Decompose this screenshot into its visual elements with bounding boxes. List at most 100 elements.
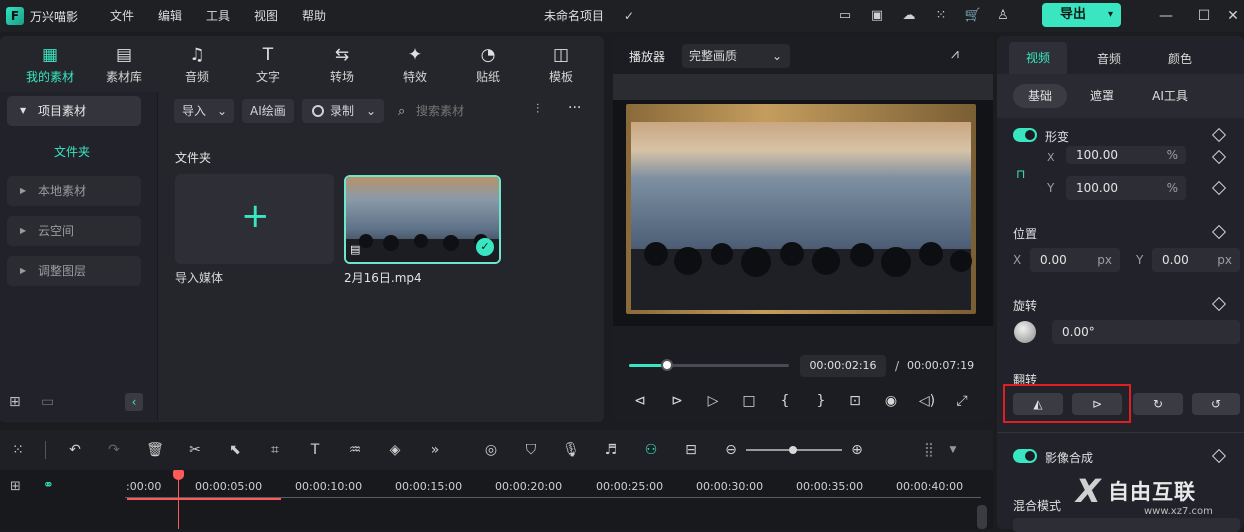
current-time[interactable]: 00:00:02:16 <box>800 355 886 377</box>
snapshot-icon[interactable]: ◉ <box>882 392 900 410</box>
mark-out-icon[interactable]: } <box>812 392 830 410</box>
select-icon[interactable]: ⬉ <box>226 441 244 459</box>
render-icon[interactable]: ◎ <box>482 441 500 459</box>
tab-templates[interactable]: ◫ 模板 <box>531 44 591 85</box>
subtab-mask[interactable]: 遮罩 <box>1075 84 1129 108</box>
tab-stickers[interactable]: ◔ 贴纸 <box>458 44 518 85</box>
filter-icon[interactable]: ⫶ <box>536 102 539 117</box>
waveform-icon[interactable]: ⩘ <box>951 46 959 62</box>
scissors-icon[interactable]: ✂ <box>186 441 204 459</box>
position-y-field[interactable]: 0.00 px <box>1152 248 1240 272</box>
scale-x-field[interactable]: 100.00% <box>1066 146 1186 164</box>
keyframe-icon[interactable]: ◈ <box>386 441 404 459</box>
chevron-down-icon[interactable]: ▼ <box>944 441 962 459</box>
tab-my-media[interactable]: ▦ 我的素材 <box>20 44 80 85</box>
text-tool-icon[interactable]: T <box>306 441 324 459</box>
tab-audio-props[interactable]: 音频 <box>1081 44 1137 74</box>
save-icon[interactable]: ▣ <box>868 7 886 25</box>
rotation-field[interactable]: 0.00° <box>1052 320 1240 344</box>
zoom-slider-knob[interactable] <box>789 446 797 454</box>
quality-select[interactable]: 完整画质 ⌄ <box>682 44 790 68</box>
folder-icon[interactable]: ▭ <box>41 394 54 410</box>
compositing-toggle[interactable] <box>1013 449 1037 463</box>
export-button[interactable]: 导出 ▾ <box>1042 3 1121 27</box>
undo-icon[interactable]: ↶ <box>66 441 84 459</box>
clip-thumbnail[interactable]: ▤ ✓ <box>344 175 501 264</box>
position-x-field[interactable]: 0.00 px <box>1030 248 1120 272</box>
tab-text[interactable]: T 文字 <box>238 44 298 85</box>
flip-vertical-button[interactable]: ⊳ <box>1072 393 1122 415</box>
tab-library[interactable]: ▤ 素材库 <box>94 44 154 85</box>
ai-draw-button[interactable]: AI绘画 <box>242 99 294 123</box>
flip-horizontal-button[interactable]: ◭ <box>1013 393 1063 415</box>
subtab-basic[interactable]: 基础 <box>1013 84 1067 108</box>
scale-y-field[interactable]: 100.00% <box>1066 176 1186 200</box>
fullscreen-icon[interactable]: ⤢ <box>953 392 971 410</box>
timeline-playhead[interactable] <box>178 478 179 529</box>
more-icon[interactable]: ··· <box>568 100 581 116</box>
next-frame-icon[interactable]: ⊳ <box>668 392 686 410</box>
tab-transition[interactable]: ⇆ 转场 <box>312 44 372 85</box>
menu-tools[interactable]: 工具 <box>206 0 230 32</box>
cart-icon[interactable]: 🛒 <box>964 7 982 25</box>
grip-icon[interactable]: ⣿ <box>920 441 938 459</box>
sidebar-item-adjustment[interactable]: ▶ 调整图层 <box>7 256 141 286</box>
playback-progress-track[interactable] <box>629 359 789 371</box>
crop-icon[interactable]: ⌗ <box>266 441 284 459</box>
sidebar-item-folder[interactable]: 文件夹 <box>54 143 90 160</box>
delete-icon[interactable]: 🗑 <box>146 441 164 459</box>
subtab-ai-tools[interactable]: AI工具 <box>1140 84 1200 108</box>
volume-icon[interactable]: ◁) <box>918 392 936 410</box>
zoom-out-icon[interactable]: ⊖ <box>722 441 740 459</box>
playhead-handle[interactable] <box>173 470 184 480</box>
rotate-clockwise-button[interactable]: ↻ <box>1133 393 1183 415</box>
timeline-scrollbar[interactable] <box>977 505 987 529</box>
redo-icon[interactable]: ↷ <box>105 441 123 459</box>
sidebar-item-local[interactable]: ▶ 本地素材 <box>7 176 141 206</box>
display-icon[interactable]: ⊡ <box>846 392 864 410</box>
rotate-counterclockwise-button[interactable]: ↺ <box>1192 393 1240 415</box>
apps-grid-icon[interactable]: ⁙ <box>932 7 950 25</box>
play-icon[interactable]: ▷ <box>704 392 722 410</box>
stop-icon[interactable]: □ <box>740 392 758 410</box>
more-tools-icon[interactable]: » <box>426 441 444 459</box>
prev-frame-icon[interactable]: ⊲ <box>631 392 649 410</box>
sidebar-item-cloud[interactable]: ▶ 云空间 <box>7 216 141 246</box>
marker-icon[interactable]: ⛉ <box>522 441 540 459</box>
menu-file[interactable]: 文件 <box>110 0 134 32</box>
add-track-icon[interactable]: ⊞ <box>10 479 21 494</box>
menu-view[interactable]: 视图 <box>254 0 278 32</box>
minimize-button[interactable]: — <box>1155 5 1177 27</box>
tab-audio[interactable]: ♫ 音频 <box>167 44 227 85</box>
music-note-icon[interactable]: ♬ <box>602 441 620 459</box>
close-button[interactable]: ✕ <box>1222 5 1244 27</box>
link-icon[interactable]: ⚭ <box>43 478 54 493</box>
tab-video[interactable]: 视频 <box>1009 42 1067 74</box>
import-button[interactable]: 导入 ⌄ <box>174 99 234 123</box>
user-icon[interactable]: ♙ <box>994 7 1012 25</box>
blend-mode-select[interactable] <box>1013 518 1240 532</box>
layout-grid-icon[interactable]: ⁙ <box>9 441 27 459</box>
snap-icon[interactable]: ⚇ <box>642 441 660 459</box>
cloud-upload-icon[interactable]: ☁ <box>900 7 918 25</box>
fit-icon[interactable]: ⊟ <box>682 441 700 459</box>
tab-effects[interactable]: ✦ 特效 <box>385 44 445 85</box>
maximize-button[interactable]: ☐ <box>1193 5 1215 27</box>
mic-icon[interactable]: 🎙 <box>562 441 580 459</box>
tab-color[interactable]: 颜色 <box>1152 44 1208 74</box>
rotation-dial[interactable] <box>1014 321 1036 343</box>
record-button[interactable]: 录制 ⌄ <box>302 99 384 123</box>
menu-edit[interactable]: 编辑 <box>158 0 182 32</box>
import-media-card[interactable]: + <box>175 174 334 264</box>
collapse-sidebar-button[interactable]: ‹ <box>125 393 143 411</box>
transform-toggle[interactable] <box>1013 128 1037 142</box>
layout-icon[interactable]: ▭ <box>836 7 854 25</box>
audio-icon[interactable]: ♒ <box>346 441 364 459</box>
sidebar-item-project-media[interactable]: ▼ 项目素材 <box>7 96 141 126</box>
search-input[interactable] <box>416 100 526 122</box>
new-folder-icon[interactable]: ⊞ <box>9 394 21 410</box>
menu-help[interactable]: 帮助 <box>302 0 326 32</box>
zoom-in-icon[interactable]: ⊕ <box>848 441 866 459</box>
mark-in-icon[interactable]: { <box>776 392 794 410</box>
lock-icon[interactable]: ⊓ <box>1016 167 1025 181</box>
